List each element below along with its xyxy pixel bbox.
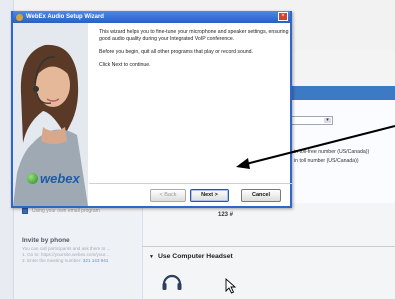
email-program-label: Using your own email program	[32, 208, 100, 214]
wizard-quit-programs-text: Before you begin, quit all other program…	[99, 49, 253, 55]
computer-headset-title: Use Computer Headset	[157, 253, 233, 260]
chevron-down-icon: ▾	[324, 118, 331, 123]
left-panel	[14, 203, 142, 299]
invite-instruction: You can call participants and ask them t…	[22, 246, 111, 251]
next-button[interactable]: Next >	[190, 189, 229, 202]
wizard-continue-text: Click Next to continue.	[99, 62, 151, 68]
invite-step-2: 2. Enter the meeting number: 321 143 941	[22, 258, 108, 263]
invite-step-1: 1. Go to: https://yoursite.webex.com/you…	[22, 252, 110, 257]
collapse-triangle-icon: ▼	[149, 253, 154, 260]
back-button[interactable]: < Back	[150, 189, 186, 202]
webex-app-icon	[16, 13, 23, 21]
email-program-checkbox[interactable]	[22, 208, 28, 214]
meeting-number: 321 143 941	[82, 258, 109, 263]
computer-headset-section-toggle[interactable]: ▼ Use Computer Headset	[149, 253, 233, 260]
button-separator	[89, 183, 292, 184]
toll-option-label: in toll number (US/Canada))	[294, 158, 359, 164]
webex-ball-icon	[27, 173, 38, 184]
call-type-dropdown[interactable]: ▾	[289, 116, 333, 125]
headset-icon[interactable]	[160, 270, 184, 294]
close-button[interactable]: ×	[278, 12, 288, 21]
email-program-option[interactable]: Using your own email program	[22, 208, 100, 214]
webex-logo: webex	[27, 171, 80, 186]
tollfree-option-label: in toll-free number (US/Canada))	[294, 149, 370, 155]
wizard-title-bar[interactable]: WebEx Audio Setup Wizard	[13, 11, 290, 23]
wizard-instructions: This wizard helps you to fine-tune your …	[99, 29, 289, 75]
invite-by-phone-title: Invite by phone	[22, 237, 70, 244]
access-code-label: 123 #	[218, 212, 234, 218]
wizard-banner-image: webex	[13, 23, 88, 206]
invite-step-2-text: 2. Enter the meeting number:	[22, 258, 82, 263]
section-divider	[142, 246, 395, 247]
cancel-button[interactable]: Cancel	[241, 189, 281, 202]
wizard-intro-text: This wizard helps you to fine-tune your …	[99, 29, 289, 42]
audio-setup-wizard-dialog: WebEx Audio Setup Wizard × webex This wi…	[11, 11, 292, 208]
wizard-title: WebEx Audio Setup Wizard	[26, 14, 104, 20]
mouse-pointer-icon	[225, 278, 237, 294]
webex-logo-text: webex	[40, 171, 80, 186]
